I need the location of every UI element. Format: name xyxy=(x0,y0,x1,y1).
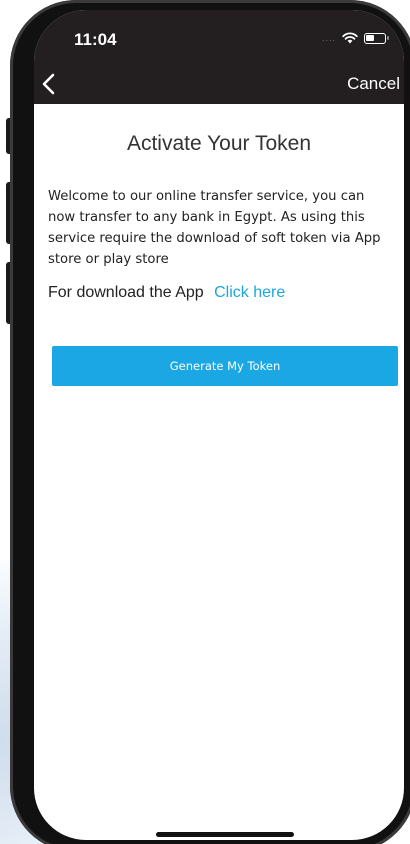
wifi-icon xyxy=(342,32,358,44)
click-here-link[interactable]: Click here xyxy=(214,284,285,301)
page: 11:04 .... Cancel Activate Your Token We… xyxy=(0,0,410,844)
welcome-message: Welcome to our online transfer service, … xyxy=(48,189,381,267)
cancel-button[interactable]: Cancel xyxy=(347,74,400,94)
home-indicator[interactable] xyxy=(156,832,294,837)
battery-tip xyxy=(387,35,389,40)
status-time: 11:04 xyxy=(74,30,117,49)
download-app-line: For download the App Click here xyxy=(48,284,393,302)
battery-icon xyxy=(364,32,389,44)
back-button[interactable] xyxy=(38,70,64,98)
phone-screen: 11:04 .... Cancel Activate Your Token We… xyxy=(34,10,404,840)
chevron-left-icon xyxy=(42,73,55,95)
phone-frame: 11:04 .... Cancel Activate Your Token We… xyxy=(10,0,410,844)
battery-level xyxy=(366,34,374,41)
status-icons: .... xyxy=(321,32,389,44)
page-title: Activate Your Token xyxy=(126,132,312,155)
signal-icon: .... xyxy=(321,33,336,43)
generate-token-button[interactable]: Generate My Token xyxy=(52,346,398,386)
download-prefix-text: For download the App xyxy=(48,284,204,301)
top-navigation-bar: 11:04 .... Cancel xyxy=(34,10,404,104)
